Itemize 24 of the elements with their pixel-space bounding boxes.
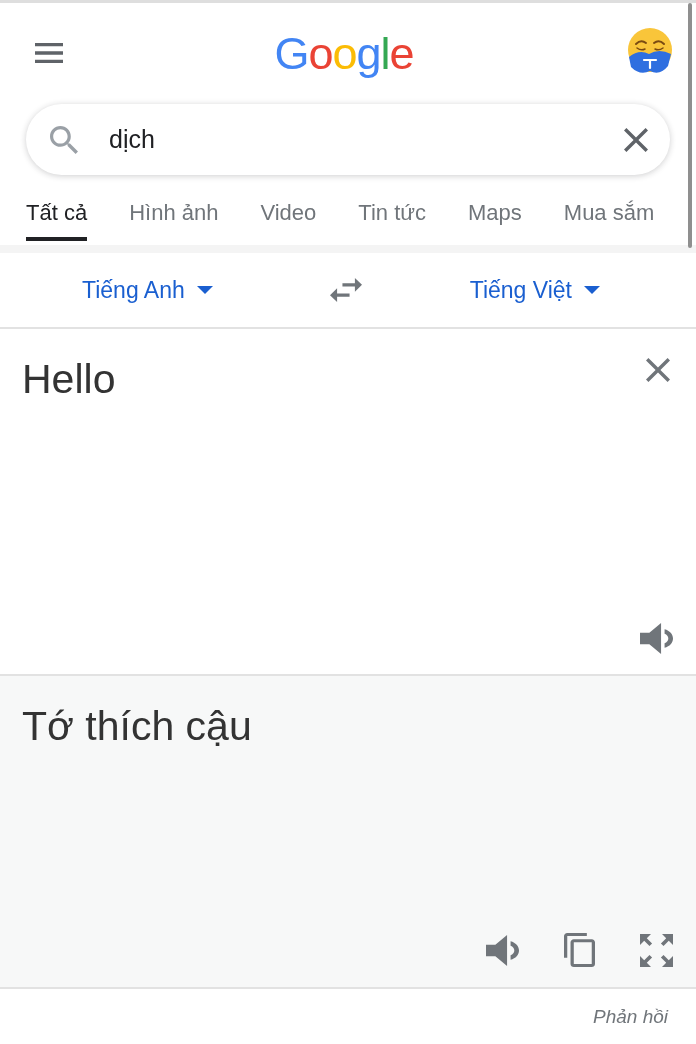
tab[interactable]: Mua sắm <box>563 196 655 241</box>
source-language-dropdown[interactable]: Tiếng Anh <box>82 272 213 308</box>
tab[interactable]: Video <box>260 196 317 241</box>
target-language-dropdown[interactable]: Tiếng Việt <box>469 272 600 308</box>
tab[interactable]: Tất cả <box>26 196 88 241</box>
feedback-link[interactable]: Phản hồi <box>593 1003 668 1032</box>
google-logo[interactable]: Google <box>274 31 414 76</box>
speaker-icon[interactable] <box>486 934 519 966</box>
menu-icon[interactable] <box>35 42 63 63</box>
translation-text: Tớ thích cậu <box>22 702 252 750</box>
swap-icon[interactable] <box>330 278 363 302</box>
tab[interactable]: Hình ảnh <box>129 196 219 241</box>
clear-search-icon[interactable] <box>624 127 648 152</box>
tab[interactable]: Tin tức <box>358 196 426 241</box>
copy-icon[interactable] <box>564 933 595 967</box>
fullscreen-icon[interactable] <box>640 933 673 967</box>
caret-icon[interactable] <box>196 286 213 294</box>
close-icon[interactable] <box>646 358 670 382</box>
tab[interactable]: Maps <box>468 196 522 241</box>
caret-icon[interactable] <box>584 286 600 294</box>
search-field[interactable]: dịch <box>26 104 670 175</box>
source-text[interactable]: Hello <box>22 355 116 403</box>
search-icon <box>50 125 78 154</box>
speaker-icon[interactable] <box>640 623 673 654</box>
